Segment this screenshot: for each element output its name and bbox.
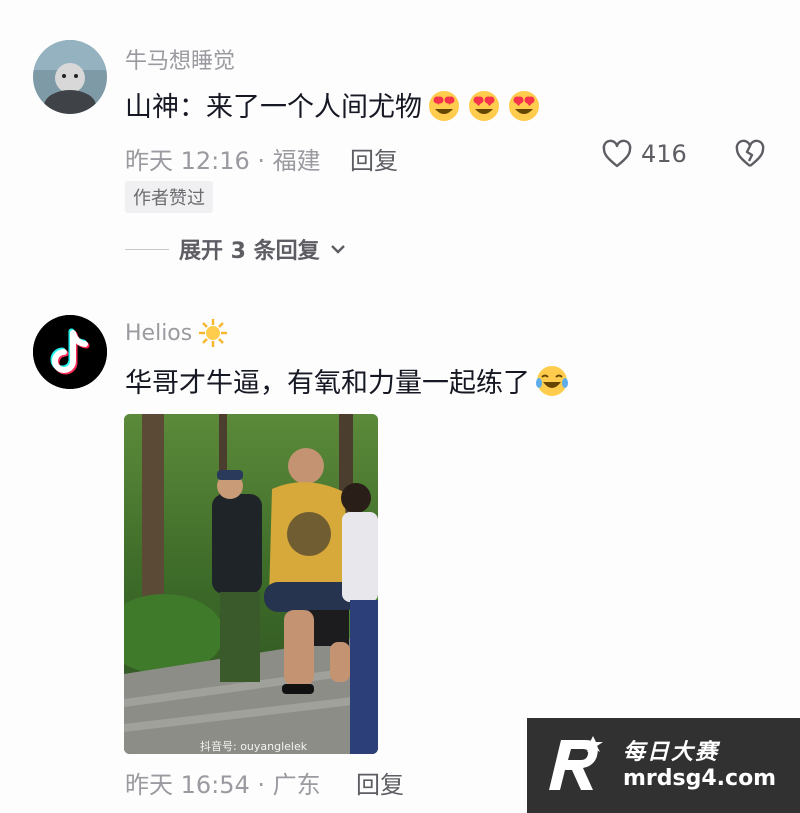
avatar[interactable] — [33, 315, 107, 389]
reply-button[interactable]: 回复 — [356, 765, 404, 800]
tiktok-logo-icon — [33, 315, 107, 389]
username[interactable]: 牛马想睡觉 — [125, 43, 235, 75]
site-watermark: 每日大赛 mrdsg4.com — [527, 718, 800, 813]
reply-button[interactable]: 回复 — [350, 141, 398, 176]
comment-meta: 昨天 16:54 · 广东 — [125, 771, 321, 799]
sun-emoji — [199, 319, 228, 347]
heart-eyes-emoji — [509, 90, 539, 121]
heart-outline-icon — [602, 139, 632, 168]
video-image — [124, 414, 378, 754]
username[interactable]: Helios — [125, 318, 228, 348]
expand-replies-label: 展开 3 条回复 — [179, 239, 320, 264]
avatar[interactable] — [33, 40, 107, 114]
divider — [125, 248, 169, 250]
comment-text: 华哥才牛逼，有氧和力量一起练了 — [125, 361, 570, 400]
broken-heart-icon — [735, 139, 765, 167]
video-watermark: 抖音号: ouyanglelek — [200, 740, 308, 753]
tears-of-joy-emoji — [536, 365, 568, 396]
comment-text-content: 华哥才牛逼，有氧和力量一起练了 — [125, 368, 530, 399]
like-button[interactable]: 416 — [601, 139, 687, 169]
comment-text: 山神：来了一个人间尤物 — [125, 85, 542, 124]
author-liked-badge: 作者赞过 — [125, 181, 213, 213]
watermark-url: mrdsg4.com — [623, 766, 777, 791]
username-text: Helios — [125, 320, 193, 346]
chevron-down-icon — [330, 245, 345, 254]
heart-eyes-emoji — [429, 90, 459, 121]
video-thumbnail[interactable]: 抖音号: ouyanglelek — [124, 414, 378, 754]
like-count: 416 — [641, 140, 687, 168]
comment-text-content: 山神：来了一个人间尤物 — [125, 92, 422, 123]
dislike-button[interactable] — [734, 139, 766, 173]
watermark-title: 每日大赛 — [623, 740, 720, 765]
comment-meta: 昨天 12:16 · 福建 — [125, 147, 321, 175]
heart-eyes-emoji — [469, 90, 499, 121]
site-logo-icon — [549, 736, 603, 790]
expand-replies-button[interactable]: 展开 3 条回复 — [125, 233, 346, 265]
